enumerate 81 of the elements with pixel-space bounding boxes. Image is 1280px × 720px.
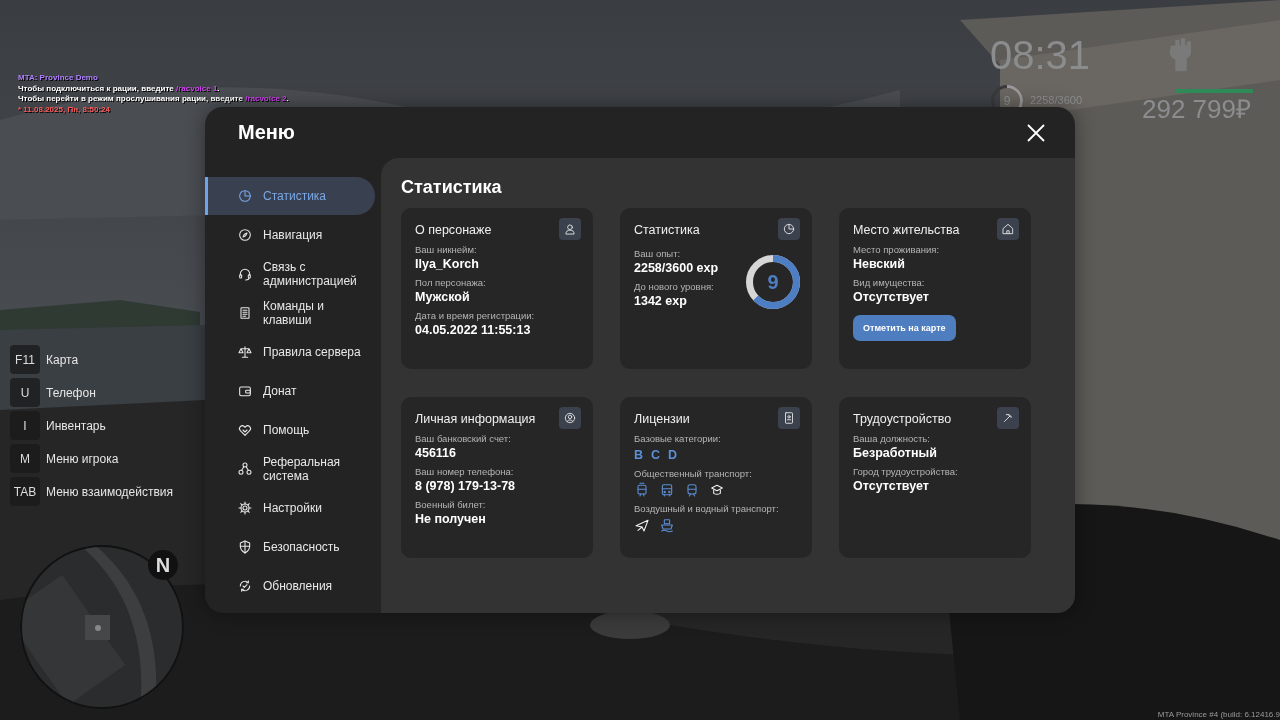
nav-item[interactable]: Реферальная система [205, 450, 375, 488]
chat-message: MTA: Province Demo [18, 73, 99, 84]
keybind-label: Карта [46, 352, 79, 367]
key-badge: M [10, 444, 40, 473]
keybind-label: Инвентарь [46, 418, 106, 433]
field-label: Ваш номер телефона: [415, 466, 515, 478]
nav-item[interactable]: Статистика [205, 177, 375, 215]
card-title: Трудоустройство [853, 411, 952, 428]
section-heading: Статистика [401, 177, 503, 198]
license-category: D [668, 447, 678, 463]
nav-item[interactable]: Помощь [205, 411, 375, 449]
card-title: Лицензии [634, 411, 690, 428]
clock-time: 08:31 [990, 32, 1091, 78]
pie-chart-icon [237, 188, 253, 204]
field-label: Ваш никнейм: [415, 244, 478, 256]
field-label: Ваша должность: [853, 433, 931, 445]
nodes-icon [237, 461, 253, 477]
field-label: Ваш опыт: [634, 248, 682, 260]
field-value: Невский [853, 256, 906, 272]
field-value: 2258/3600 exp [634, 260, 719, 276]
key-badge: F11 [10, 345, 40, 374]
chat-message: Чтобы перейти в режим прослушивания рации, введите /racvoice 2. [18, 94, 289, 105]
nav-item[interactable]: Обновления [205, 567, 375, 605]
field-label: Дата и время регистрации: [415, 310, 536, 322]
field-label: До нового уровня: [634, 281, 715, 293]
nav-item[interactable]: Связь с администрацией [205, 255, 375, 293]
nav-item[interactable]: Настройки [205, 489, 375, 527]
keybind-label: Телефон [46, 385, 96, 400]
field-value: 04.05.2022 11:55:13 [415, 322, 532, 338]
card-title: О персонаже [415, 222, 492, 239]
map-button[interactable]: Отметить на карте [853, 315, 956, 341]
field-label: Место проживания: [853, 244, 941, 256]
nav-item[interactable]: Безопасность [205, 528, 375, 566]
field-value: 1342 exp [634, 293, 688, 309]
field-value: 456116 [415, 445, 458, 461]
shield-icon [237, 539, 253, 555]
progress-ring [746, 255, 800, 309]
nav-item[interactable]: Правила сервера [205, 333, 375, 371]
field-value: Отсутствует [853, 289, 930, 305]
window-title: Меню [238, 121, 295, 144]
wallet-icon [237, 383, 253, 399]
level-number: 9 [767, 271, 779, 293]
field-value: Ilya_Korch [415, 256, 480, 272]
license-category: C [651, 447, 661, 463]
field-value: 8 (978) 179-13-78 [415, 478, 517, 494]
keybind-label: Меню игрока [46, 451, 119, 466]
chat-message: Чтобы подключиться к рации, введите /racvoice 1. [18, 83, 221, 94]
field-value: Отсутствует [853, 478, 930, 494]
field-value: Безработный [853, 445, 938, 461]
document-icon [237, 305, 253, 321]
nav-item[interactable]: Команды и клавиши [205, 294, 375, 332]
field-value: Не получен [415, 511, 487, 527]
nav-item[interactable]: Навигация [205, 216, 375, 254]
field-value: Мужской [415, 289, 471, 305]
key-badge: U [10, 378, 40, 407]
card-title: Личная информация [415, 411, 536, 428]
refresh-icon [237, 578, 253, 594]
chat-message: * 11.08.2025, Пн, 8:50:24 [18, 104, 111, 115]
key-badge: I [10, 411, 40, 440]
field-label: Ваш банковский счет: [415, 433, 512, 445]
settings-icon [237, 500, 253, 516]
build-version: MTA Province #4 (build: 6.12416.9 [1157, 710, 1280, 719]
money-amount: 292 799₽ [1142, 94, 1251, 124]
keybind-label: Меню взаимодействия [46, 484, 173, 499]
headset-icon [237, 266, 253, 282]
scales-icon [237, 344, 253, 360]
heart-icon [237, 422, 253, 438]
field-label: Пол персонажа: [415, 277, 487, 289]
field-label: Базовые категории: [634, 433, 722, 445]
field-label: Воздушный и водный транспорт: [634, 503, 780, 515]
license-category: B [634, 447, 644, 463]
key-badge: TAB [10, 477, 40, 506]
close-icon [1026, 122, 1046, 143]
field-label: Общественный транспорт: [634, 468, 753, 480]
card-title: Место жительства [853, 222, 960, 239]
compass-icon [237, 227, 253, 243]
nav-item[interactable]: Донат [205, 372, 375, 410]
field-label: Военный билет: [415, 499, 487, 511]
field-label: Город трудоустройства: [853, 466, 959, 478]
field-label: Вид имущества: [853, 277, 926, 289]
card-title: Статистика [634, 222, 700, 239]
